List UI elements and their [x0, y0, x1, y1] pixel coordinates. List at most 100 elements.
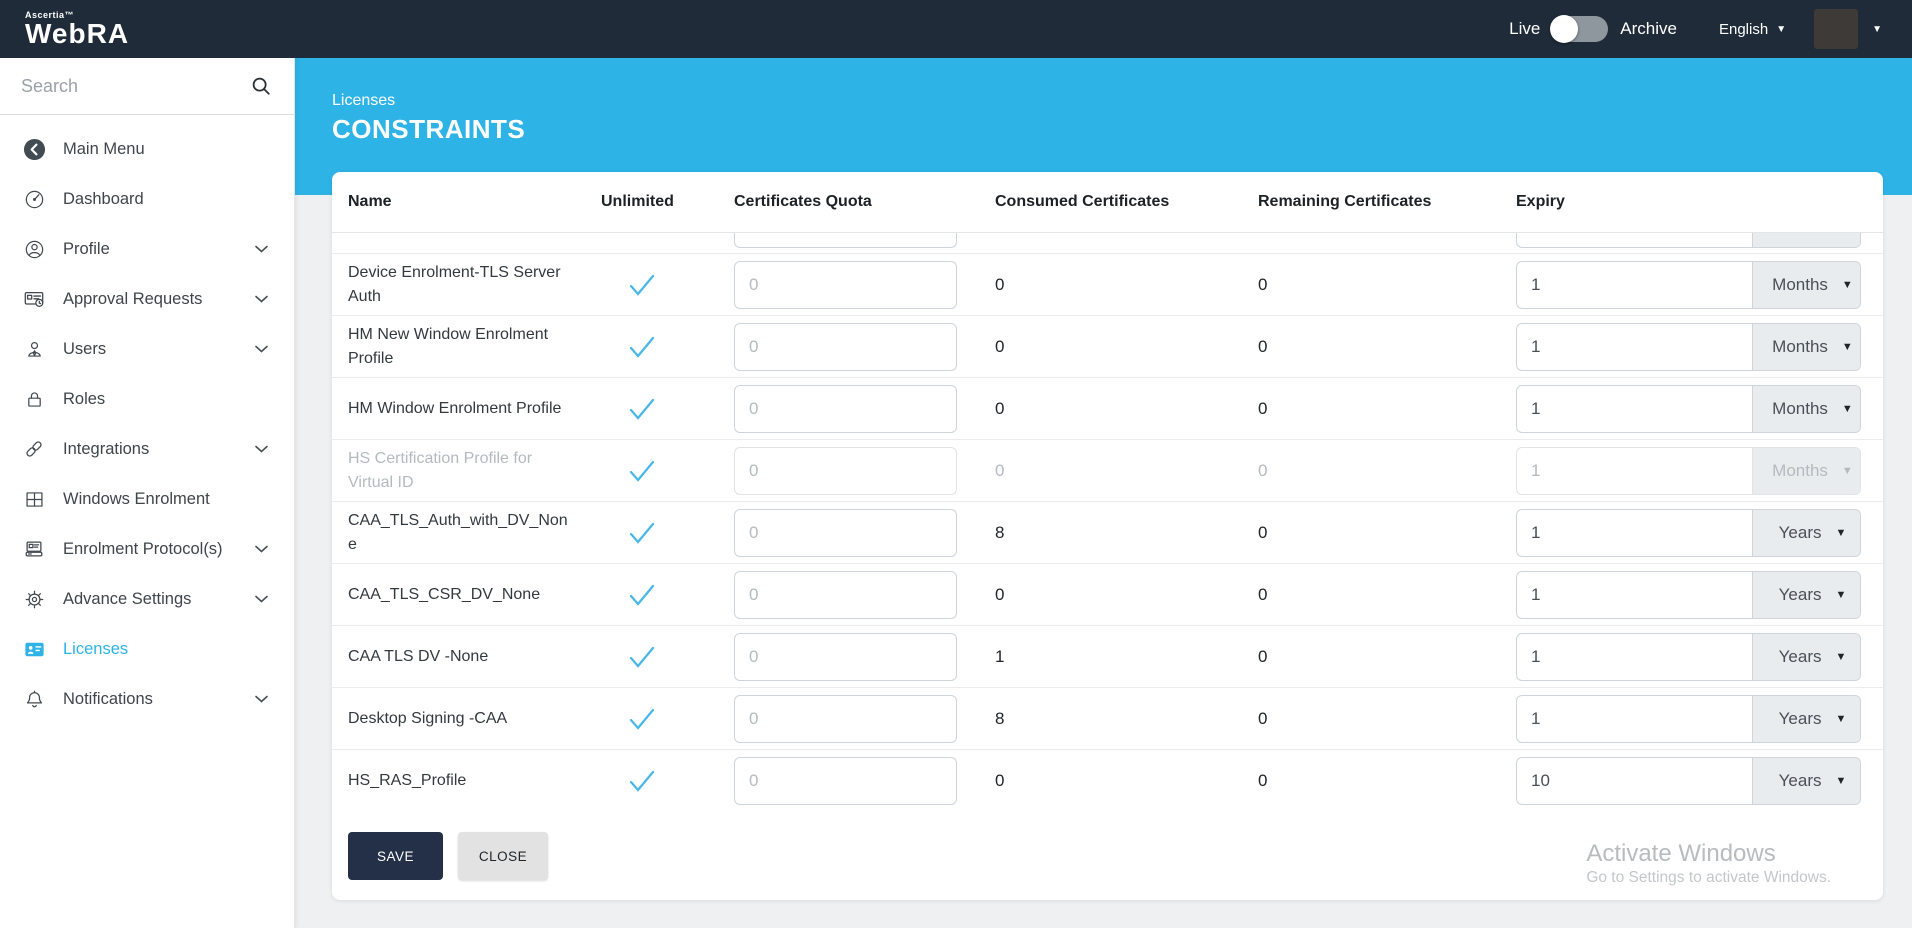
- expiry-unit-select[interactable]: Years▼: [1752, 696, 1861, 742]
- search-icon[interactable]: [250, 75, 272, 97]
- consumed-certificates-value: 8: [991, 523, 1258, 543]
- sidebar-item-main-menu[interactable]: Main Menu: [0, 124, 294, 174]
- expiry-unit-select[interactable]: Months▼: [1752, 386, 1861, 432]
- unlimited-check-icon: [627, 459, 657, 483]
- unlimited-check-icon[interactable]: [627, 769, 657, 793]
- certificates-quota-input[interactable]: [734, 509, 957, 557]
- profile-name: CAA TLS DV -None: [332, 645, 592, 669]
- expiry-value-input[interactable]: [1517, 262, 1752, 308]
- brand-product: WebRA: [25, 20, 129, 48]
- unlimited-check-icon[interactable]: [627, 583, 657, 607]
- close-button[interactable]: CLOSE: [458, 832, 548, 880]
- profile-name: HM New Window Enrolment Profile: [332, 323, 592, 371]
- expiry-unit-select[interactable]: Months▼: [1752, 324, 1861, 370]
- expiry-unit-select[interactable]: Months▼: [1752, 262, 1861, 308]
- certificates-quota-input[interactable]: [734, 385, 957, 433]
- chevron-down-icon: ▼: [1835, 527, 1846, 539]
- expiry-unit-select[interactable]: Years▼: [1752, 572, 1861, 618]
- expiry-unit-select[interactable]: ▼: [1752, 233, 1861, 247]
- sidebar-item-approval-requests[interactable]: Approval Requests: [0, 274, 294, 324]
- sidebar-item-users[interactable]: Users: [0, 324, 294, 374]
- chevron-down-icon: [255, 545, 268, 553]
- unlimited-check-icon[interactable]: [627, 707, 657, 731]
- unlimited-check-icon[interactable]: [627, 521, 657, 545]
- column-header-name: Name: [332, 190, 592, 214]
- table-row: CAA TLS DV -None 1 0 Years▼: [332, 626, 1883, 688]
- live-label: Live: [1509, 19, 1540, 39]
- table-row: HM New Window Enrolment Profile 0 0 Mont…: [332, 316, 1883, 378]
- table-row: CAA_TLS_Auth_with_DV_None 8 0 Years▼: [332, 502, 1883, 564]
- remaining-certificates-value: 0: [1258, 337, 1516, 357]
- live-archive-toggle[interactable]: [1552, 16, 1608, 42]
- expiry-value-input[interactable]: [1517, 510, 1752, 556]
- expiry-value-input[interactable]: [1517, 572, 1752, 618]
- unlimited-check-icon[interactable]: [627, 645, 657, 669]
- sidebar: Main Menu Dashboard Profile Approval Req…: [0, 58, 295, 928]
- certificates-quota-input[interactable]: [734, 233, 957, 248]
- expiry-unit-select: Months▼: [1752, 448, 1861, 494]
- certificates-quota-input[interactable]: [734, 261, 957, 309]
- unlimited-check-icon[interactable]: [627, 335, 657, 359]
- app-logo[interactable]: Ascertia™ WebRA: [0, 10, 129, 48]
- save-button[interactable]: SAVE: [348, 832, 443, 880]
- certificates-quota-input[interactable]: [734, 633, 957, 681]
- expiry-value-input[interactable]: [1517, 386, 1752, 432]
- chevron-down-icon: [255, 245, 268, 253]
- expiry-unit-select[interactable]: Years▼: [1752, 634, 1861, 680]
- toggle-knob-icon: [1550, 15, 1578, 43]
- sidebar-item-enrolment-protocols[interactable]: Enrolment Protocol(s): [0, 524, 294, 574]
- consumed-certificates-value: 0: [991, 585, 1258, 605]
- column-header-unlimited: Unlimited: [592, 193, 734, 211]
- sidebar-item-roles[interactable]: Roles: [0, 374, 294, 424]
- protocol-icon: [22, 538, 46, 560]
- sidebar-item-integrations[interactable]: Integrations: [0, 424, 294, 474]
- profile-name: CAA_TLS_Auth_with_DV_None: [332, 509, 592, 557]
- consumed-certificates-value: 0: [991, 771, 1258, 791]
- chevron-down-icon: [255, 345, 268, 353]
- sidebar-item-profile[interactable]: Profile: [0, 224, 294, 274]
- windows-icon: [22, 489, 46, 510]
- remaining-certificates-value: 0: [1258, 585, 1516, 605]
- sidebar-item-advance-settings[interactable]: Advance Settings: [0, 574, 294, 624]
- sidebar-item-dashboard[interactable]: Dashboard: [0, 174, 294, 224]
- sidebar-item-notifications[interactable]: Notifications: [0, 674, 294, 724]
- certificates-quota-input[interactable]: [734, 323, 957, 371]
- chevron-down-icon: [255, 595, 268, 603]
- dashboard-icon: [22, 189, 46, 210]
- chevron-down-icon: ▼: [1842, 341, 1853, 353]
- lock-icon: [22, 389, 46, 410]
- expiry-value-input[interactable]: [1517, 758, 1752, 804]
- license-card-icon: [22, 638, 46, 661]
- column-header-remaining-certificates: Remaining Certificates: [1258, 193, 1516, 211]
- main-content: Licenses CONSTRAINTS Name Unlimited Cert…: [295, 58, 1912, 928]
- expiry-unit-select[interactable]: Years▼: [1752, 510, 1861, 556]
- sidebar-item-licenses[interactable]: Licenses: [0, 624, 294, 674]
- language-selector[interactable]: English ▼: [1719, 21, 1786, 38]
- certificates-quota-input[interactable]: [734, 757, 957, 805]
- table-row: Desktop Signing -CAA 8 0 Years▼: [332, 688, 1883, 750]
- sidebar-nav: Main Menu Dashboard Profile Approval Req…: [0, 115, 294, 724]
- certificates-quota-input[interactable]: [734, 571, 957, 619]
- expiry-value-input[interactable]: [1517, 696, 1752, 742]
- expiry-value-input[interactable]: [1517, 233, 1752, 247]
- expiry-value-input[interactable]: [1517, 634, 1752, 680]
- chevron-down-icon: ▼: [1776, 24, 1786, 35]
- unlimited-check-icon[interactable]: [627, 397, 657, 421]
- sidebar-item-windows-enrolment[interactable]: Windows Enrolment: [0, 474, 294, 524]
- profile-name: HM Window Enrolment Profile: [332, 397, 592, 421]
- unlimited-check-icon[interactable]: [627, 273, 657, 297]
- consumed-certificates-value: 0: [991, 461, 1258, 481]
- remaining-certificates-value: 0: [1258, 461, 1516, 481]
- search-input[interactable]: [21, 76, 251, 97]
- column-header-certificates-quota: Certificates Quota: [734, 193, 991, 211]
- profile-name: CAA_TLS_CSR_DV_None: [332, 583, 592, 607]
- account-menu-caret-icon[interactable]: ▼: [1872, 24, 1882, 35]
- expiry-unit-select[interactable]: Years▼: [1752, 758, 1861, 804]
- chevron-down-icon: ▼: [1835, 651, 1846, 663]
- expiry-value-input[interactable]: [1517, 324, 1752, 370]
- certificates-quota-input[interactable]: [734, 695, 957, 743]
- chevron-down-icon: ▼: [1835, 713, 1846, 725]
- consumed-certificates-value: 8: [991, 709, 1258, 729]
- avatar[interactable]: [1814, 9, 1858, 49]
- certificates-quota-input: [734, 447, 957, 495]
